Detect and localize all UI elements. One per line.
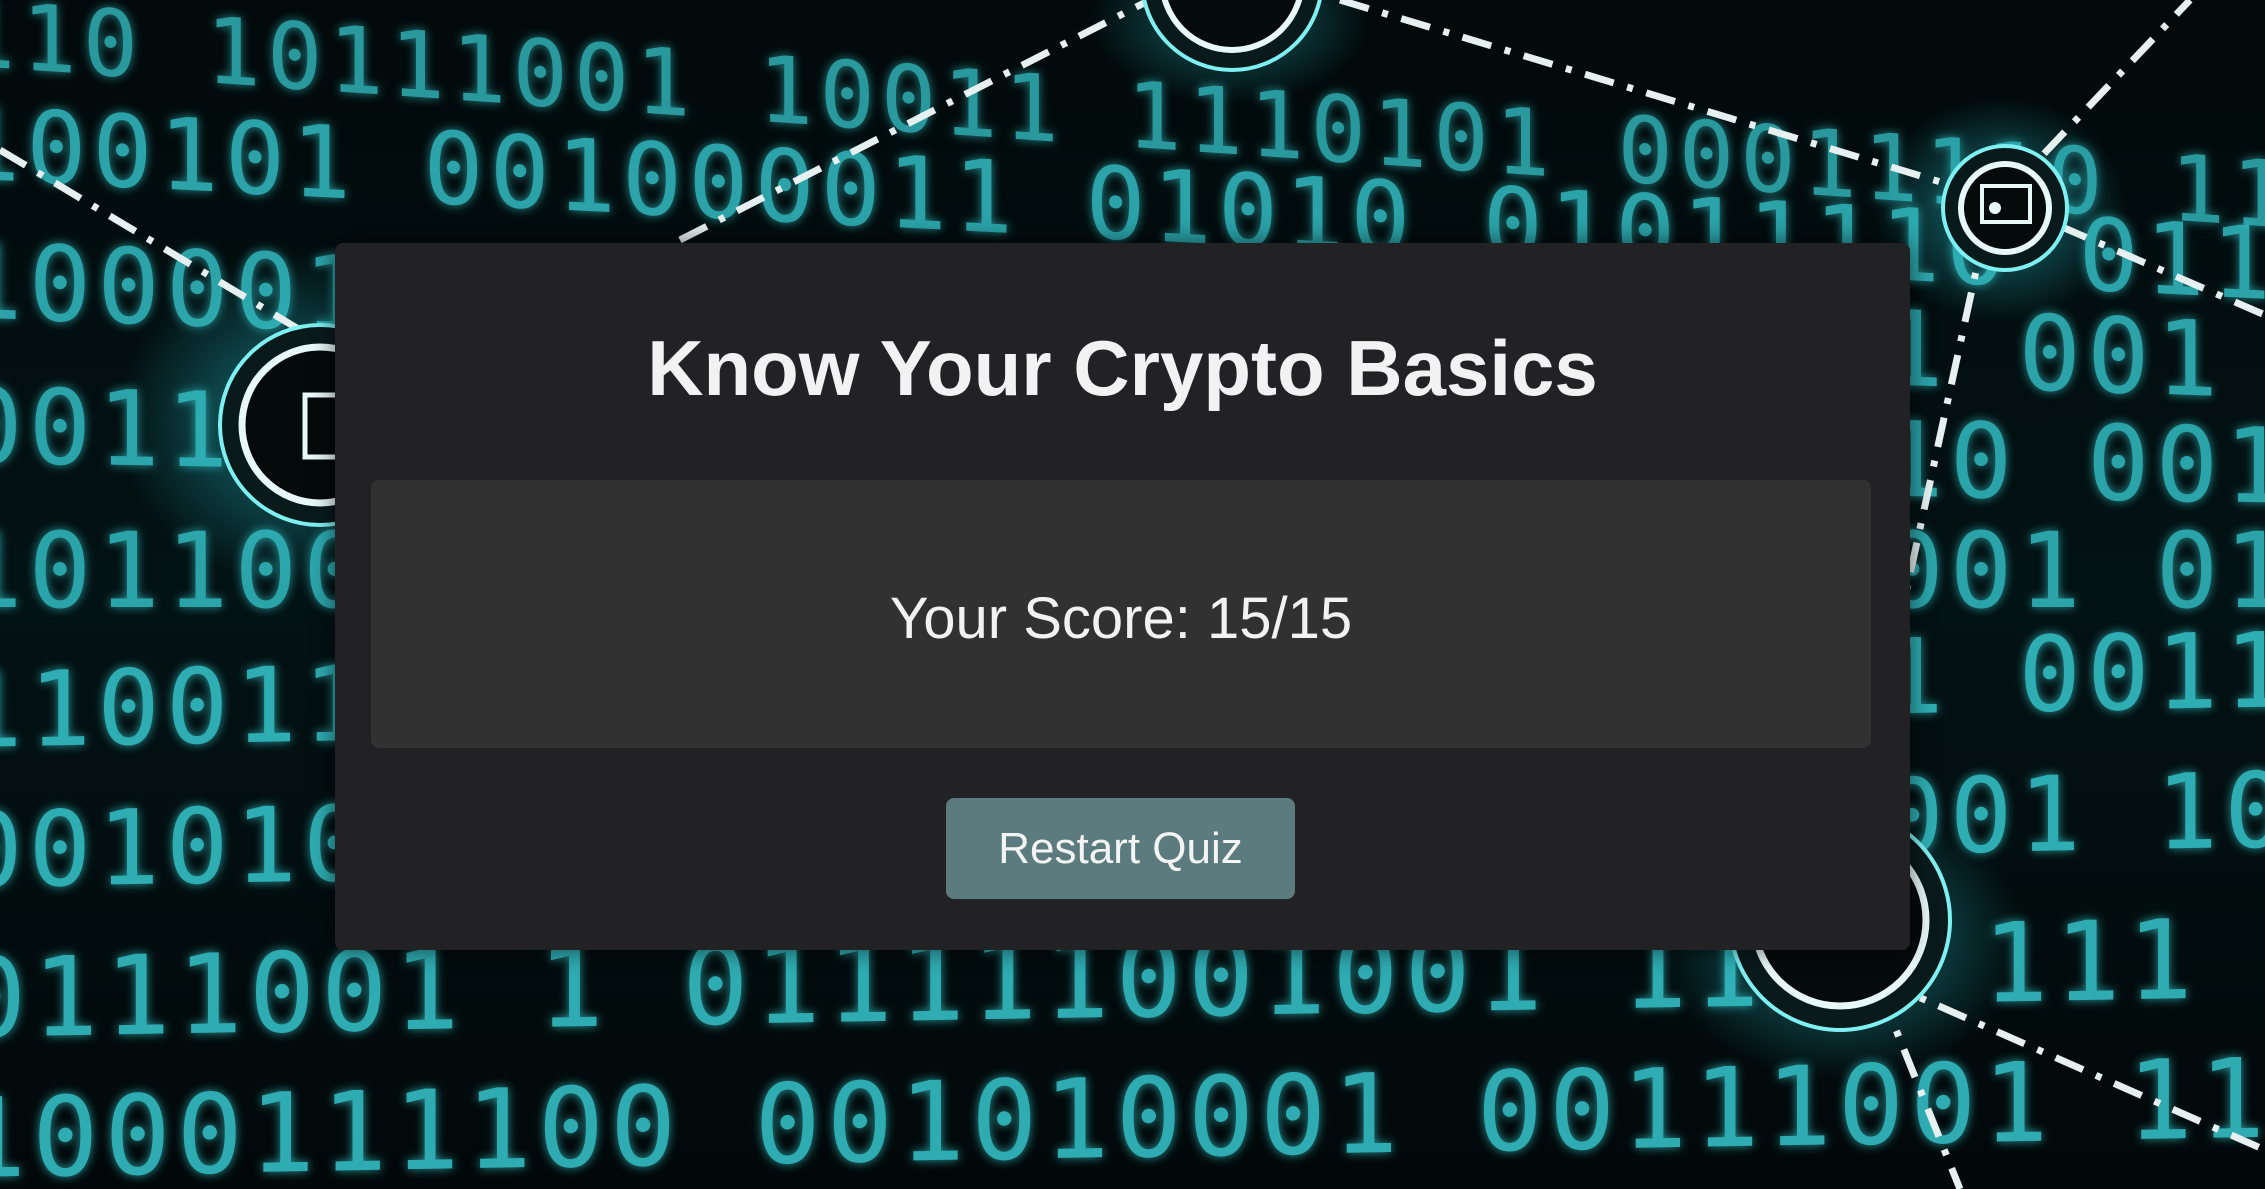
restart-quiz-button[interactable]: Restart Quiz bbox=[946, 798, 1295, 899]
quiz-card: Know Your Crypto Basics Your Score: 15/1… bbox=[335, 243, 1910, 950]
presentation-node-icon bbox=[1941, 144, 2069, 272]
score-panel: Your Score: 15/15 bbox=[371, 480, 1871, 748]
network-node-icon bbox=[1142, 0, 1322, 72]
quiz-page: 110 10111001 10011 1110101 00011110 1100… bbox=[0, 0, 2265, 1189]
quiz-title: Know Your Crypto Basics bbox=[647, 324, 1598, 412]
score-text: Your Score: 15/15 bbox=[889, 586, 1353, 651]
